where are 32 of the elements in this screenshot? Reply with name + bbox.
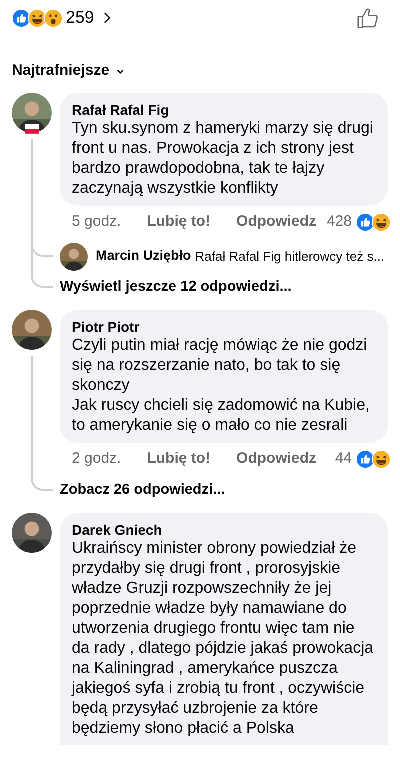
avatar: [12, 310, 52, 350]
reaction-count: 428: [326, 212, 352, 232]
like-reaction-icon: [356, 450, 375, 469]
reply-author[interactable]: Marcin Uziębło: [96, 246, 192, 267]
comment-text: Ukraińscy minister obrony powiedział że przydałby się drugi front , prorosyjskie władze Gruzji rozpowszechniły że jej poprzednie władze były namawiane do utworzenia drugiego frontu więc tam nie da rady , dlatego pójdzie jakaś prowokacja na Kaliningrad , amerykańce puszcza jakiegoś syfa i zrobią tu front , oczywiście będą przysyłać uzbrojenie za które będziemy słono płacić a Polska: [72, 538, 375, 738]
reaction-count: 44: [335, 449, 352, 470]
like-icon[interactable]: [356, 6, 380, 30]
reply-link[interactable]: Odpowiedz: [236, 448, 317, 471]
avatar: [60, 242, 88, 270]
reply-text: Rafał Rafal Fig hitlerowcy też s...: [195, 248, 385, 266]
like-link[interactable]: Lubię to!: [147, 448, 211, 471]
like-link[interactable]: Lubię to!: [147, 211, 211, 234]
reaction-count: 259: [66, 7, 94, 30]
comment-time: 2 godz.: [72, 449, 122, 470]
like-reaction-icon: [356, 213, 375, 232]
view-replies-link[interactable]: Wyświetl jeszcze 12 odpowiedzi...: [60, 276, 292, 298]
avatar: [12, 512, 52, 552]
comment-author[interactable]: Piotr Piotr: [72, 318, 376, 336]
comment-text: Tyn sku.synom z hameryki marzy się drugi front u nas. Prowokacja z ich strony jest bardzo prawdopodobna, tak te łajzy zaczynają wszystkie konflikty: [72, 118, 374, 198]
comment-author[interactable]: Darek Gniech: [72, 520, 376, 538]
like-reaction-icon: [12, 8, 31, 28]
view-replies-link[interactable]: Zobacz 26 odpowiedzi...: [60, 480, 226, 502]
comment-author[interactable]: Rafał Rafal Fig: [72, 100, 376, 118]
reply-link[interactable]: Odpowiedz: [236, 211, 317, 234]
comment-time: 5 godz.: [72, 212, 122, 232]
comment-text: Czyli putin miał rację mówiąc że nie godzi się na rozszerzanie nato, bo tak to się skonczy Jak ruscy chcieli się zadomowić na Kubie, to amerykanie się o mało co nie zesrali: [72, 336, 371, 436]
avatar: [12, 92, 52, 132]
laugh-reaction-icon: [372, 213, 391, 232]
laugh-reaction-icon: [28, 8, 47, 28]
sort-dropdown[interactable]: Najtrafniejsze: [12, 60, 110, 82]
wow-reaction-icon: [44, 8, 63, 28]
laugh-reaction-icon: [372, 450, 391, 469]
